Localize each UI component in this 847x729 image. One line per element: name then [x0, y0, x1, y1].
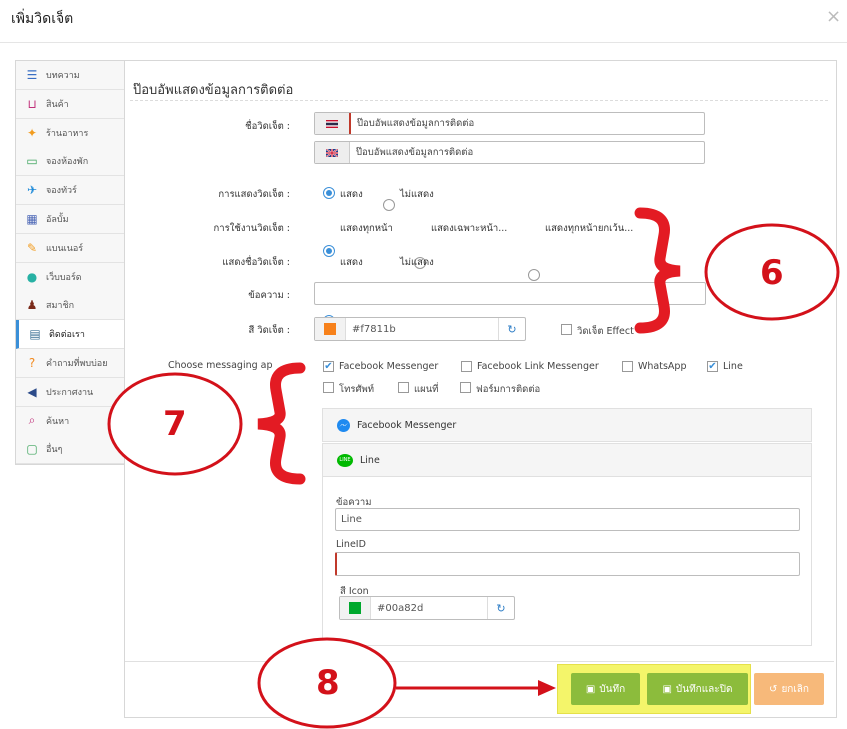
annotation-number-8: 8: [316, 663, 340, 703]
annotation-bracket-6: [634, 207, 681, 334]
annotation-number-7: 7: [163, 404, 187, 444]
annotation-number-6: 6: [760, 253, 784, 293]
annotation-arrowhead-8: [538, 680, 556, 696]
annotation-layer: [107, 207, 840, 729]
annotation-bracket-7: [257, 362, 306, 485]
